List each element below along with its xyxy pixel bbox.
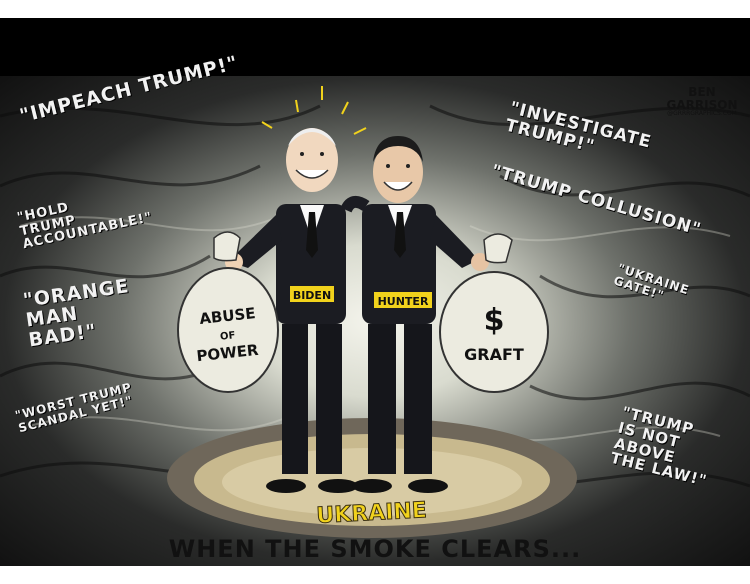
bag-right-label: GRAFT bbox=[464, 345, 524, 364]
biden-right-leg bbox=[316, 324, 342, 474]
main-illustration: UKRAINE BIDEN HUNTER ABUSE OF POWER $ GR… bbox=[167, 86, 577, 538]
hunter-right-arm bbox=[430, 215, 478, 268]
bottom-margin bbox=[0, 566, 750, 584]
biden-name-label: BIDEN bbox=[293, 289, 331, 302]
bag-left-line2: OF bbox=[220, 330, 236, 343]
bag-abuse-of-power: ABUSE OF POWER bbox=[177, 231, 279, 393]
cartoon-caption: WHEN THE SMOKE CLEARS... bbox=[168, 535, 582, 563]
bag-right-dollar: $ bbox=[484, 303, 505, 338]
hunter-left-shoe bbox=[352, 479, 392, 493]
biden-left-leg bbox=[282, 324, 308, 474]
hunter-right-shoe bbox=[408, 479, 448, 493]
sparkle-lines bbox=[261, 86, 367, 135]
arms-around-shoulders bbox=[340, 195, 370, 213]
cartoon-canvas: BEN GARRISON @GRRRGRAPHICS.COM "IMPEACH … bbox=[0, 0, 750, 584]
hunter-name-label: HUNTER bbox=[378, 295, 429, 308]
hunter-right-leg bbox=[404, 324, 432, 474]
hunter-left-leg bbox=[368, 324, 396, 474]
biden-left-shoe bbox=[266, 479, 306, 493]
